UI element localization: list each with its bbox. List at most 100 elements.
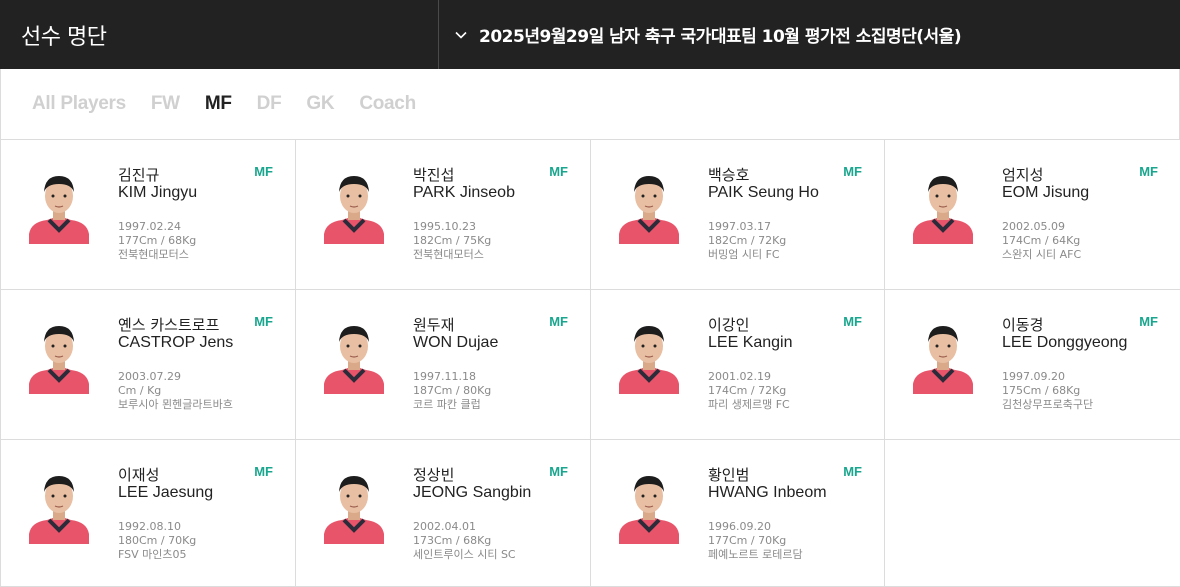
position-badge: MF (843, 314, 862, 329)
player-birthdate: 1995.10.23 (413, 220, 476, 233)
player-meta: 2003.07.29 Cm / Kg 보루시아 묀헨글라트바흐 (118, 370, 233, 412)
position-badge: MF (549, 164, 568, 179)
tab-coach[interactable]: Coach (359, 93, 416, 115)
player-birthdate: 1997.09.20 (1002, 370, 1065, 383)
player-body: 173Cm / 68Kg (413, 534, 492, 547)
player-name-kr: 이재성 (118, 466, 160, 484)
player-body: 174Cm / 64Kg (1002, 234, 1081, 247)
player-card[interactable]: 엄지성 EOM Jisung MF 2002.05.09 174Cm / 64K… (885, 140, 1180, 290)
player-name-en: KIM Jingyu (118, 184, 198, 201)
position-tabs: All Players FW MF DF GK Coach (0, 69, 1180, 140)
player-name-en: WON Dujae (413, 334, 499, 351)
position-badge: MF (254, 464, 273, 479)
player-photo (27, 164, 91, 244)
player-meta: 1996.09.20 177Cm / 70Kg 페예노르트 로테르담 (708, 520, 803, 562)
player-body: 187Cm / 80Kg (413, 384, 492, 397)
player-photo (27, 464, 91, 544)
player-body: 177Cm / 70Kg (708, 534, 787, 547)
tab-fw[interactable]: FW (151, 93, 180, 115)
player-body: 182Cm / 72Kg (708, 234, 787, 247)
player-grid: 김진규 KIM Jingyu MF 1997.02.24 177Cm / 68K… (0, 140, 1180, 587)
position-badge: MF (549, 314, 568, 329)
player-photo (617, 164, 681, 244)
tab-mf[interactable]: MF (205, 93, 232, 115)
player-name-kr: 이강인 (708, 316, 750, 334)
player-birthdate: 2001.02.19 (708, 370, 771, 383)
player-club: 보루시아 묀헨글라트바흐 (118, 398, 233, 411)
player-card[interactable]: 박진섭 PARK Jinseob MF 1995.10.23 182Cm / 7… (296, 140, 591, 290)
page-title: 선수 명단 (0, 0, 439, 69)
player-meta: 1997.09.20 175Cm / 68Kg 김천상무프로축구단 (1002, 370, 1093, 412)
player-meta: 1992.08.10 180Cm / 70Kg FSV 마인츠05 (118, 520, 196, 562)
empty-card (885, 440, 1180, 587)
player-body: 182Cm / 75Kg (413, 234, 492, 247)
player-name-kr: 엄지성 (1002, 166, 1044, 184)
player-card[interactable]: 황인범 HWANG Inbeom MF 1996.09.20 177Cm / 7… (591, 440, 885, 587)
player-card[interactable]: 정상빈 JEONG Sangbin MF 2002.04.01 173Cm / … (296, 440, 591, 587)
player-club: 코르 파칸 클럽 (413, 398, 481, 411)
chevron-down-icon (455, 29, 467, 41)
player-name-kr: 옌스 카스트로프 (118, 316, 220, 334)
player-card[interactable]: 이재성 LEE Jaesung MF 1992.08.10 180Cm / 70… (1, 440, 296, 587)
player-club: 김천상무프로축구단 (1002, 398, 1094, 411)
player-card[interactable]: 백승호 PAIK Seung Ho MF 1997.03.17 182Cm / … (591, 140, 885, 290)
player-name-en: EOM Jisung (1002, 184, 1090, 201)
player-card[interactable]: 옌스 카스트로프 CASTROP Jens MF 2003.07.29 Cm /… (1, 290, 296, 440)
player-name-kr: 황인범 (708, 466, 750, 484)
player-photo (27, 314, 91, 394)
player-birthdate: 1992.08.10 (118, 520, 181, 533)
player-name-en: LEE Jaesung (118, 484, 214, 501)
player-body: 180Cm / 70Kg (118, 534, 197, 547)
player-club: 스완지 시티 AFC (1002, 248, 1082, 261)
player-name-en: JEONG Sangbin (413, 484, 532, 501)
player-photo (322, 164, 386, 244)
player-meta: 2001.02.19 174Cm / 72Kg 파리 생제르맹 FC (708, 370, 790, 412)
player-name-kr: 정상빈 (413, 466, 455, 484)
tab-all-players[interactable]: All Players (32, 93, 126, 115)
player-photo (911, 164, 975, 244)
player-body: 175Cm / 68Kg (1002, 384, 1081, 397)
position-badge: MF (843, 464, 862, 479)
player-photo (322, 464, 386, 544)
player-meta: 1997.03.17 182Cm / 72Kg 버밍엄 시티 FC (708, 220, 786, 262)
top-bar: 선수 명단 2025년9월29일 남자 축구 국가대표팀 10월 평가전 소집명… (0, 0, 1180, 69)
roster-select[interactable]: 2025년9월29일 남자 축구 국가대표팀 10월 평가전 소집명단(서울) (439, 0, 1180, 69)
position-badge: MF (843, 164, 862, 179)
player-body: 174Cm / 72Kg (708, 384, 787, 397)
player-birthdate: 1997.02.24 (118, 220, 181, 233)
player-club: 페예노르트 로테르담 (708, 548, 803, 561)
player-club: 전북현대모터스 (413, 248, 484, 261)
player-body: Cm / Kg (118, 384, 162, 397)
player-card[interactable]: 이강인 LEE Kangin MF 2001.02.19 174Cm / 72K… (591, 290, 885, 440)
player-meta: 1997.02.24 177Cm / 68Kg 전북현대모터스 (118, 220, 196, 262)
player-birthdate: 2002.04.01 (413, 520, 476, 533)
tab-df[interactable]: DF (257, 93, 282, 115)
player-club: 세인트루이스 시티 SC (413, 548, 516, 561)
player-name-en: LEE Kangin (708, 334, 793, 351)
position-badge: MF (1139, 314, 1158, 329)
tab-gk[interactable]: GK (306, 93, 334, 115)
player-name-en: PAIK Seung Ho (708, 184, 819, 201)
player-name-en: LEE Donggyeong (1002, 334, 1128, 351)
position-badge: MF (254, 314, 273, 329)
player-club: FSV 마인츠05 (118, 548, 187, 561)
player-birthdate: 2002.05.09 (1002, 220, 1065, 233)
player-club: 파리 생제르맹 FC (708, 398, 790, 411)
player-card[interactable]: 원두재 WON Dujae MF 1997.11.18 187Cm / 80Kg… (296, 290, 591, 440)
player-name-en: HWANG Inbeom (708, 484, 827, 501)
position-badge: MF (1139, 164, 1158, 179)
player-name-kr: 원두재 (413, 316, 455, 334)
player-card[interactable]: 김진규 KIM Jingyu MF 1997.02.24 177Cm / 68K… (1, 140, 296, 290)
player-birthdate: 1996.09.20 (708, 520, 771, 533)
player-club: 전북현대모터스 (118, 248, 189, 261)
player-name-kr: 박진섭 (413, 166, 455, 184)
player-card[interactable]: 이동경 LEE Donggyeong MF 1997.09.20 175Cm /… (885, 290, 1180, 440)
player-meta: 2002.04.01 173Cm / 68Kg 세인트루이스 시티 SC (413, 520, 516, 562)
player-photo (617, 314, 681, 394)
player-photo (617, 464, 681, 544)
player-name-kr: 김진규 (118, 166, 160, 184)
player-photo (322, 314, 386, 394)
player-birthdate: 1997.03.17 (708, 220, 771, 233)
player-body: 177Cm / 68Kg (118, 234, 197, 247)
player-meta: 1997.11.18 187Cm / 80Kg 코르 파칸 클럽 (413, 370, 491, 412)
